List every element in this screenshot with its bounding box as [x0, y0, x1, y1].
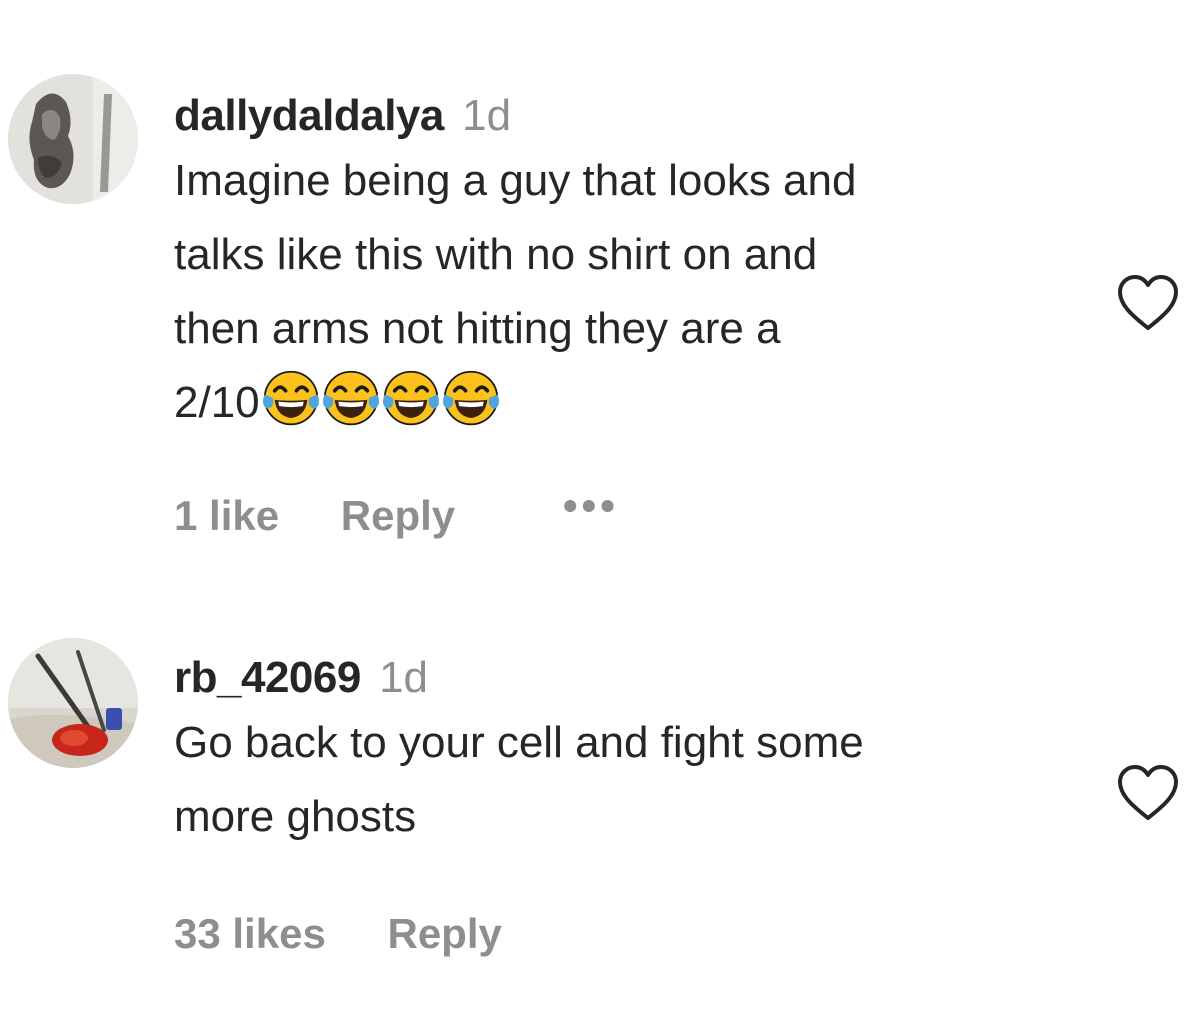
comment-text-line: Go back to your cell and fight some [174, 718, 864, 767]
comment-text: Go back to your cell and fight some more… [174, 706, 1104, 854]
likes-count[interactable]: 1 like [174, 488, 279, 544]
comment-text-line: Imagine being a guy that looks and [174, 156, 857, 205]
heart-outline-icon [1118, 765, 1178, 820]
avatar-image [8, 74, 138, 204]
comment-text-line: more ghosts [174, 792, 417, 841]
comment-actions: 33 likes Reply [174, 906, 502, 962]
avatar[interactable] [8, 638, 138, 768]
comment-text-line: talks like this with no shirt on and [174, 230, 818, 279]
tears-of-joy-emoji [322, 369, 380, 427]
likes-count[interactable]: 33 likes [174, 906, 326, 962]
heart-outline-icon [1118, 275, 1178, 330]
tears-of-joy-emoji [442, 369, 500, 427]
avatar[interactable] [8, 74, 138, 204]
comment-item: dallydaldalya 1d Imagine being a guy tha… [0, 0, 1200, 560]
reply-button[interactable]: Reply [387, 906, 501, 962]
tears-of-joy-emoji [382, 369, 440, 427]
comment-item: rb_42069 1d Go back to your cell and fig… [0, 600, 1200, 1016]
comment-text-fragment: 2/10 [174, 378, 260, 427]
comment-header: dallydaldalya 1d [174, 90, 1104, 142]
like-button[interactable] [1116, 274, 1180, 332]
comment-text-line-with-emoji: 2/10 [174, 366, 1104, 440]
avatar-image [8, 638, 138, 768]
comment-body: dallydaldalya 1d Imagine being a guy tha… [174, 90, 1104, 440]
comment-text-line: then arms not hitting they are a [174, 304, 781, 353]
comment-body: rb_42069 1d Go back to your cell and fig… [174, 652, 1104, 854]
like-button[interactable] [1116, 764, 1180, 822]
comment-actions: 1 like Reply ••• [174, 482, 619, 544]
comment-text: Imagine being a guy that looks and talks… [174, 144, 1104, 440]
timestamp[interactable]: 1d [462, 91, 511, 140]
more-options-button[interactable]: ••• [563, 478, 619, 534]
tears-of-joy-emoji [262, 369, 320, 427]
timestamp[interactable]: 1d [379, 653, 428, 702]
comment-header: rb_42069 1d [174, 652, 1104, 704]
username[interactable]: rb_42069 [174, 653, 361, 702]
reply-button[interactable]: Reply [341, 488, 455, 544]
username[interactable]: dallydaldalya [174, 91, 444, 140]
